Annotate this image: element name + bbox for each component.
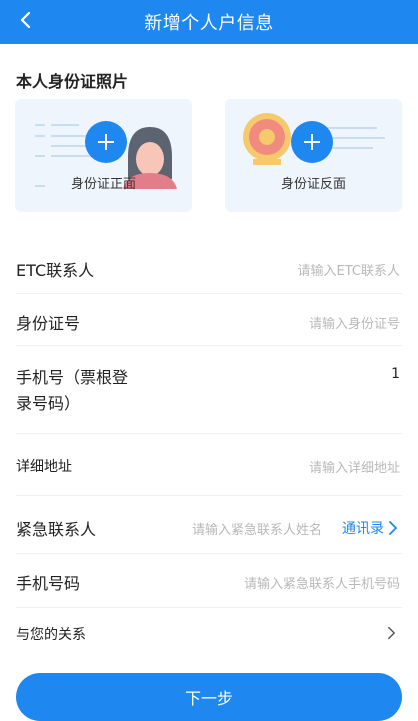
emergency-contact-label: 紧急联系人 (16, 520, 97, 539)
add-front-photo-icon[interactable] (85, 121, 127, 163)
id-card-front-label: 身份证正面 (70, 177, 136, 192)
etc-contact-input[interactable]: 请输入ETC联系人 (298, 260, 400, 279)
id-number-row: 身份证号 请输入身份证号 (16, 294, 402, 346)
contacts-link[interactable]: 通讯录 (342, 518, 398, 538)
id-card-front-upload[interactable]: 身份证正面 (15, 99, 192, 212)
phone-label-line2: 录号码） (16, 394, 81, 413)
contacts-link-label: 通讯录 (342, 521, 384, 537)
etc-contact-label: ETC联系人 (16, 261, 95, 280)
address-label: 详细地址 (16, 459, 72, 475)
emergency-phone-label: 手机号码 (16, 574, 81, 593)
back-arrow-icon[interactable] (14, 8, 38, 32)
address-input[interactable]: 请输入详细地址 (309, 457, 400, 476)
id-card-back-label: 身份证反面 (280, 177, 346, 192)
app-header: 新增个人户信息 (0, 0, 418, 44)
id-number-label: 身份证号 (16, 314, 81, 333)
chevron-right-icon (388, 626, 395, 640)
emergency-phone-input[interactable]: 请输入紧急联系人手机号码 (244, 573, 400, 592)
id-photo-section-title: 本人身份证照片 (16, 72, 129, 91)
emergency-contact-row: 紧急联系人 请输入紧急联系人姓名 通讯录 (16, 496, 402, 554)
emergency-contact-input[interactable]: 请输入紧急联系人姓名 (192, 519, 322, 538)
chevron-right-icon (389, 521, 397, 535)
phone-row: 手机号（票根登 录号码） 1 (16, 346, 402, 434)
phone-label-line1: 手机号（票根登 (16, 368, 129, 387)
emergency-phone-row: 手机号码 请输入紧急联系人手机号码 (16, 554, 402, 608)
page-title: 新增个人户信息 (144, 13, 274, 34)
address-row: 详细地址 请输入详细地址 (16, 434, 402, 496)
etc-contact-row: ETC联系人 请输入ETC联系人 (16, 242, 402, 294)
id-number-input[interactable]: 请输入身份证号 (309, 313, 400, 332)
add-back-photo-icon[interactable] (291, 121, 333, 163)
relationship-label: 与您的关系 (16, 627, 86, 643)
relationship-row[interactable]: 与您的关系 (16, 608, 402, 660)
id-card-back-upload[interactable]: 身份证反面 (225, 99, 402, 212)
phone-input[interactable]: 1 (391, 366, 400, 382)
next-step-button[interactable]: 下一步 (16, 673, 402, 721)
